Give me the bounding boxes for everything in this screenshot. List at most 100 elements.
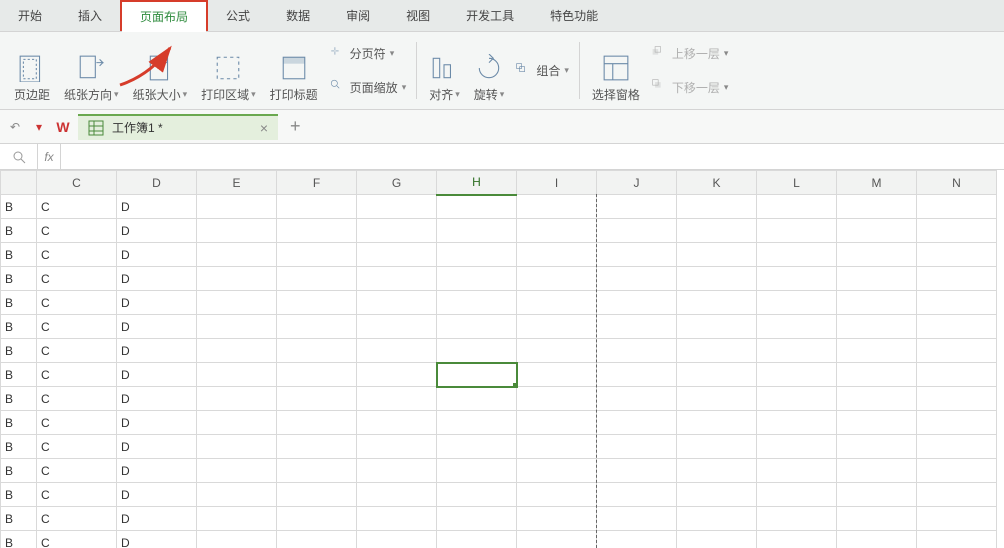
cell[interactable] (837, 507, 917, 531)
cell[interactable] (837, 219, 917, 243)
cell[interactable] (917, 339, 997, 363)
cell[interactable] (837, 195, 917, 219)
cell[interactable]: C (37, 195, 117, 219)
cell[interactable] (197, 459, 277, 483)
cell[interactable] (597, 459, 677, 483)
cell[interactable] (917, 243, 997, 267)
cell[interactable]: D (117, 459, 197, 483)
cell[interactable]: D (117, 363, 197, 387)
cell[interactable] (677, 291, 757, 315)
cell[interactable]: B (1, 219, 37, 243)
print-area-button[interactable]: 打印区域▾ (195, 36, 262, 105)
redo-icon[interactable]: ▾ (30, 118, 48, 136)
cell[interactable] (197, 219, 277, 243)
cell[interactable]: D (117, 387, 197, 411)
cell[interactable] (437, 267, 517, 291)
cell[interactable] (757, 435, 837, 459)
cell[interactable] (917, 219, 997, 243)
cell[interactable] (677, 459, 757, 483)
column-header-I[interactable]: I (517, 171, 597, 195)
cell[interactable]: B (1, 195, 37, 219)
cell[interactable] (757, 483, 837, 507)
cell[interactable]: D (117, 435, 197, 459)
cell[interactable] (757, 531, 837, 548)
cell[interactable] (917, 315, 997, 339)
cell[interactable] (197, 531, 277, 548)
menu-tab-1[interactable]: 插入 (60, 0, 120, 31)
cell[interactable] (837, 339, 917, 363)
cell[interactable] (277, 195, 357, 219)
cell[interactable] (197, 387, 277, 411)
cell[interactable] (357, 267, 437, 291)
cell[interactable] (357, 219, 437, 243)
cell[interactable] (597, 243, 677, 267)
cell[interactable] (677, 267, 757, 291)
cell[interactable]: B (1, 387, 37, 411)
cell[interactable] (917, 483, 997, 507)
close-tab-icon[interactable]: × (260, 120, 268, 136)
spreadsheet-grid[interactable]: CDEFGHIJKLMNBCDBCDBCDBCDBCDBCDBCDBCDBCDB… (0, 170, 1004, 548)
cell[interactable] (917, 195, 997, 219)
column-header-J[interactable]: J (597, 171, 677, 195)
cell[interactable] (357, 531, 437, 548)
cell[interactable] (437, 531, 517, 548)
cell[interactable] (357, 459, 437, 483)
cell[interactable]: D (117, 483, 197, 507)
cell[interactable] (277, 435, 357, 459)
cell[interactable] (357, 483, 437, 507)
cell[interactable] (837, 531, 917, 548)
cell[interactable]: D (117, 507, 197, 531)
cell[interactable]: B (1, 483, 37, 507)
cell[interactable] (357, 387, 437, 411)
cell[interactable] (357, 315, 437, 339)
cell[interactable] (677, 507, 757, 531)
cell[interactable] (597, 387, 677, 411)
cell[interactable] (517, 435, 597, 459)
cell[interactable] (437, 291, 517, 315)
menu-tab-3[interactable]: 公式 (208, 0, 268, 31)
column-header-G[interactable]: G (357, 171, 437, 195)
cell[interactable]: D (117, 219, 197, 243)
menu-tab-7[interactable]: 开发工具 (448, 0, 532, 31)
cell[interactable] (677, 219, 757, 243)
cell[interactable] (837, 291, 917, 315)
cell[interactable] (437, 315, 517, 339)
rotate-button[interactable]: 旋转▾ (468, 36, 511, 105)
cell[interactable] (277, 219, 357, 243)
cell[interactable]: D (117, 339, 197, 363)
cell[interactable] (757, 363, 837, 387)
cell[interactable]: B (1, 363, 37, 387)
column-header-K[interactable]: K (677, 171, 757, 195)
cell[interactable] (597, 531, 677, 548)
cell[interactable] (917, 291, 997, 315)
cell[interactable] (197, 483, 277, 507)
cell[interactable]: D (117, 243, 197, 267)
cell[interactable] (357, 291, 437, 315)
cell[interactable] (597, 363, 677, 387)
cell[interactable] (357, 507, 437, 531)
cell[interactable]: B (1, 339, 37, 363)
cell[interactable] (597, 507, 677, 531)
menu-tab-2[interactable]: 页面布局 (120, 0, 208, 31)
selection-pane-button[interactable]: 选择窗格 (586, 36, 646, 105)
cell[interactable] (677, 339, 757, 363)
cell[interactable] (917, 507, 997, 531)
cell[interactable] (837, 243, 917, 267)
cell[interactable] (597, 195, 677, 219)
cell[interactable] (277, 411, 357, 435)
cell[interactable] (197, 315, 277, 339)
cell[interactable] (197, 267, 277, 291)
print-titles-button[interactable]: 打印标题 (264, 36, 324, 105)
cell[interactable] (517, 243, 597, 267)
cell[interactable] (437, 363, 517, 387)
cell[interactable] (677, 363, 757, 387)
cell[interactable] (437, 411, 517, 435)
cell[interactable] (837, 363, 917, 387)
cell[interactable] (437, 339, 517, 363)
column-header-H[interactable]: H (437, 171, 517, 195)
cell[interactable]: C (37, 531, 117, 548)
cell[interactable] (517, 267, 597, 291)
cell[interactable] (277, 315, 357, 339)
cell[interactable]: B (1, 411, 37, 435)
cell[interactable] (837, 435, 917, 459)
